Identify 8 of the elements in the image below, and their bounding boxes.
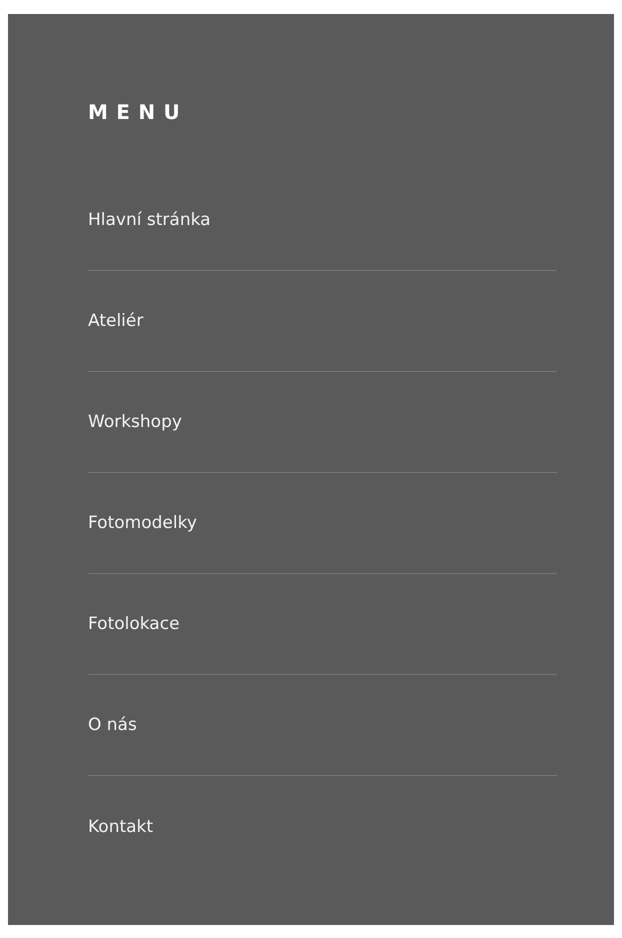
menu-link[interactable]: Kontakt: [88, 816, 154, 838]
menu-link[interactable]: Ateliér: [88, 310, 144, 332]
menu-title: MENU: [88, 100, 190, 124]
menu-link[interactable]: Hlavní stránka: [88, 209, 211, 231]
menu-link[interactable]: Workshopy: [88, 411, 182, 433]
menu-link[interactable]: Fotomodelky: [88, 512, 197, 534]
menu-link[interactable]: O nás: [88, 714, 137, 736]
menu-link[interactable]: Fotolokace: [88, 613, 180, 635]
